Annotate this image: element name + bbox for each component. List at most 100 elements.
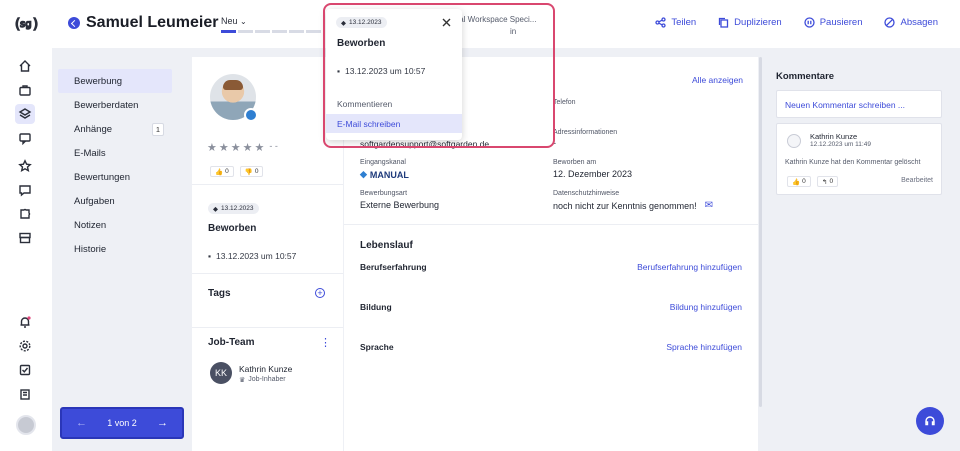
- nav-item-bewerbung[interactable]: Bewerbung: [58, 69, 172, 93]
- nav-label: E-Mails: [74, 147, 106, 159]
- nav-item-aufgaben[interactable]: Aufgaben: [58, 189, 172, 213]
- add-tag-icon[interactable]: +: [315, 288, 325, 298]
- nav-label: Historie: [74, 243, 107, 255]
- app-logo[interactable]: (sg): [15, 13, 39, 33]
- nav-item-historie[interactable]: Historie: [58, 237, 172, 261]
- previous-arrow-icon[interactable]: ←: [76, 417, 87, 429]
- team-member-name: Kathrin Kunze: [239, 364, 293, 374]
- add-education-link[interactable]: Bildung hinzufügen: [670, 302, 742, 312]
- phone-label: Telefon: [553, 99, 576, 106]
- mail-icon[interactable]: ✉: [705, 200, 713, 211]
- show-all-link[interactable]: Alle anzeigen: [692, 75, 743, 85]
- star-icon[interactable]: ★: [231, 141, 241, 154]
- pause-label: Pausieren: [819, 17, 863, 28]
- duplicate-label: Duplizieren: [734, 17, 782, 28]
- application-nav: Bewerbung Bewerberdaten Anhänge 1 E-Mails…: [58, 69, 172, 261]
- thumbs-up-icon: 👍: [792, 178, 801, 186]
- archive-icon[interactable]: [17, 230, 33, 246]
- add-language-link[interactable]: Sprache hinzufügen: [666, 342, 742, 352]
- star-icon[interactable]: ★: [243, 141, 253, 154]
- rating-stars[interactable]: ★ ★ ★ ★ ★ - -: [207, 141, 278, 154]
- pause-button[interactable]: Pausieren: [804, 17, 863, 28]
- applied-on-value: 12. Dezember 2023: [553, 169, 633, 179]
- reject-button[interactable]: Absagen: [884, 17, 938, 28]
- star-icon[interactable]: [17, 158, 33, 174]
- channel-value: MANUAL: [369, 169, 409, 180]
- status-label: Neu: [221, 16, 238, 26]
- cv-row-label: Bildung: [360, 302, 392, 312]
- more-vertical-icon[interactable]: ⋮: [320, 336, 331, 349]
- chat-board-icon[interactable]: [17, 130, 33, 146]
- privacy-label: Datenschutzhinweise: [553, 190, 620, 197]
- building-icon[interactable]: [17, 386, 33, 402]
- date-pill: ◆ 13.12.2023: [208, 203, 259, 214]
- calendar-icon: ▪: [208, 251, 212, 261]
- cv-row-label: Berufserfahrung: [360, 262, 427, 272]
- new-comment-input[interactable]: Neuen Kommentar schreiben ...: [776, 90, 942, 118]
- briefcase-icon[interactable]: [17, 82, 33, 98]
- svg-text:sg: sg: [20, 19, 32, 30]
- scrollbar[interactable]: [759, 57, 762, 407]
- profile-panel: ★ ★ ★ ★ ★ - - 👍 0 👎 0 ◆ 13.12.2023 Beworben ▪ 13…: [192, 57, 343, 451]
- user-avatar[interactable]: [16, 415, 36, 435]
- channel-value-row: ◆ MANUAL: [360, 169, 409, 180]
- nav-item-anhaenge[interactable]: Anhänge 1: [58, 117, 172, 141]
- thumbs-down-button[interactable]: 👎 0: [239, 166, 264, 177]
- notification-bell-icon[interactable]: [17, 314, 33, 330]
- application-type-value: Externe Bewerbung: [360, 200, 440, 210]
- application-type-label: Bewerbungsart: [360, 190, 408, 197]
- status-dropdown[interactable]: Neu ⌄: [221, 16, 247, 26]
- nav-label: Notizen: [74, 219, 107, 231]
- headset-icon: [925, 416, 935, 426]
- nav-label: Bewerbung: [74, 75, 123, 87]
- tags-title: Tags: [208, 288, 231, 299]
- pause-icon: [804, 17, 815, 28]
- layers-icon: ◆: [213, 205, 218, 213]
- comment-reply-button[interactable]: ↰ 0: [817, 176, 839, 187]
- comment-edited-label: Bearbeitet: [901, 177, 933, 184]
- home-icon[interactable]: [17, 58, 33, 74]
- applied-datetime: 13.12.2023 um 10:57: [216, 251, 297, 261]
- nav-item-bewerberdaten[interactable]: Bewerberdaten: [58, 93, 172, 117]
- comment-author-avatar: [787, 134, 801, 148]
- rating-value: - -: [269, 141, 278, 151]
- back-icon[interactable]: [68, 17, 80, 29]
- thumbs-up-button[interactable]: 👍 0: [210, 166, 234, 177]
- candidate-pager: ← 1 von 2 →: [60, 407, 184, 439]
- nav-item-emails[interactable]: E-Mails: [58, 141, 172, 165]
- nav-label: Aufgaben: [74, 195, 115, 207]
- comment-author: Kathrin Kunze: [810, 132, 858, 141]
- channel-label: Eingangskanal: [360, 159, 406, 166]
- star-icon[interactable]: ★: [219, 141, 229, 154]
- duplicate-icon: [719, 17, 729, 28]
- puzzle-icon[interactable]: [17, 206, 33, 222]
- comment-reply-count: 0: [829, 178, 834, 185]
- settings-gear-icon[interactable]: [17, 338, 33, 354]
- share-icon: [655, 17, 666, 28]
- comments-title: Kommentare: [776, 71, 835, 82]
- duplicate-button[interactable]: Duplizieren: [718, 17, 782, 28]
- next-arrow-icon[interactable]: →: [157, 417, 168, 429]
- support-button[interactable]: [916, 407, 944, 435]
- checklist-icon[interactable]: [17, 362, 33, 378]
- nav-item-bewertungen[interactable]: Bewertungen: [58, 165, 172, 189]
- share-button[interactable]: Teilen: [655, 17, 696, 28]
- add-experience-link[interactable]: Berufserfahrung hinzufügen: [637, 262, 742, 272]
- comment-like-button[interactable]: 👍 0: [787, 176, 811, 187]
- applied-on-label: Beworben am: [553, 159, 597, 166]
- star-icon[interactable]: ★: [207, 141, 217, 154]
- cancel-icon: [884, 17, 896, 28]
- applied-datetime-row: ▪ 13.12.2023 um 10:57: [208, 251, 296, 261]
- comment-like-count: 0: [802, 178, 806, 185]
- message-icon[interactable]: [17, 182, 33, 198]
- cv-row-label: Sprache: [360, 342, 394, 352]
- job-team-title: Job-Team: [208, 337, 255, 348]
- privacy-row: noch nicht zur Kenntnis genommen! ✉: [553, 200, 713, 211]
- pager-label: 1 von 2: [107, 418, 137, 428]
- layers-icon[interactable]: [15, 104, 35, 124]
- cv-title: Lebenslauf: [360, 240, 413, 251]
- star-icon[interactable]: ★: [255, 141, 265, 154]
- thumbs-up-icon: 👍: [215, 168, 224, 176]
- nav-item-notizen[interactable]: Notizen: [58, 213, 172, 237]
- svg-text:): ): [33, 17, 38, 32]
